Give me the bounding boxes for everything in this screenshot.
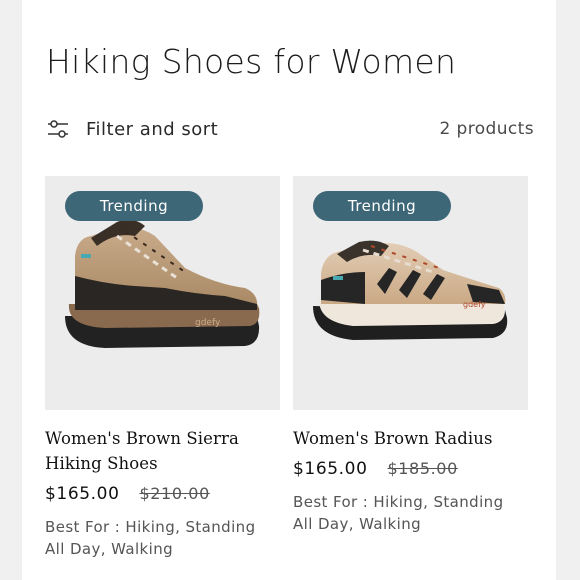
compare-at-price: $210.00 — [139, 484, 210, 503]
best-for-text: Best For : Hiking, Standing All Day, Wal… — [45, 518, 256, 558]
page-title: Hiking Shoes for Women — [46, 42, 457, 82]
product-count: 2 products — [439, 119, 534, 139]
svg-text:gdefy: gdefy — [463, 300, 486, 309]
svg-text:gdefy: gdefy — [195, 318, 221, 328]
product-image[interactable]: gdefy Trending — [45, 176, 280, 410]
product-name[interactable]: Women's Brown Sierra Hiking Shoes — [45, 426, 280, 476]
product-image[interactable]: gdefy Trending — [293, 176, 528, 410]
product-name[interactable]: Women's Brown Radius — [293, 426, 528, 451]
best-for-text: Best For : Hiking, Standing All Day, Wal… — [293, 493, 504, 533]
trending-badge: Trending — [313, 191, 451, 221]
filter-bar: Filter and sort 2 products — [46, 117, 534, 145]
sliders-icon — [48, 120, 68, 138]
filter-and-sort-button[interactable]: Filter and sort — [46, 117, 218, 141]
trending-badge: Trending — [65, 191, 203, 221]
sale-price: $165.00 — [45, 484, 120, 504]
price-row: $165.00 $185.00 — [293, 459, 528, 479]
product-card[interactable]: gdefy Trending Women's Brown Radius $165… — [293, 176, 528, 535]
compare-at-price: $185.00 — [387, 459, 458, 478]
product-card[interactable]: gdefy Trending Women's Brown Sierra Hiki… — [45, 176, 280, 560]
sale-price: $165.00 — [293, 459, 368, 479]
filter-and-sort-label: Filter and sort — [86, 118, 219, 140]
price-row: $165.00 $210.00 — [45, 484, 280, 504]
collection-page: Hiking Shoes for Women Filter and sort 2… — [22, 0, 556, 580]
